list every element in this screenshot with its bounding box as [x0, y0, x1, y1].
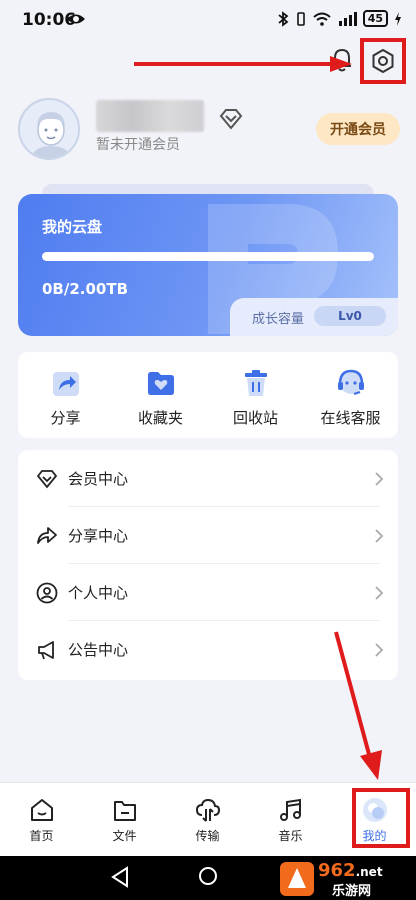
open-vip-button[interactable]: 开通会员	[316, 113, 400, 145]
nav-label: 首页	[29, 829, 54, 843]
chevron-right-icon	[375, 586, 384, 600]
wifi-icon	[313, 12, 331, 26]
quick-action-label: 收藏夹	[137, 409, 183, 427]
watermark-suffix: .net	[355, 865, 383, 879]
nav-tab-files[interactable]: 文件	[83, 783, 166, 857]
menu-item-label: 分享中心	[68, 527, 129, 545]
nav-label: 文件	[112, 829, 137, 843]
storage-progress-bar	[42, 252, 374, 261]
nav-highlight-box	[352, 788, 410, 848]
growth-capacity-label: 成长容量	[252, 312, 305, 327]
battery-indicator: 45	[362, 10, 388, 27]
folder-icon	[114, 801, 136, 821]
status-icons: 45	[277, 10, 402, 27]
vip-diamond-icon	[219, 109, 243, 130]
quick-actions-panel: 分享 收藏夹 回收站 在线客服	[18, 352, 398, 438]
nav-tab-transfer[interactable]: 传输	[166, 783, 249, 857]
settings-gear-icon[interactable]	[369, 47, 397, 75]
quick-action-favorites[interactable]: 收藏夹	[113, 352, 208, 438]
storage-capacity: 0B/2.00TB	[42, 280, 129, 298]
person-icon	[36, 582, 58, 604]
menu-item-vip-center[interactable]: 会员中心	[18, 450, 398, 507]
diamond-icon	[36, 470, 58, 489]
annotation-arrow-icon	[334, 631, 382, 780]
avatar-face-icon	[20, 100, 78, 158]
nav-label: 音乐	[278, 829, 303, 843]
watermark: 962 .net 乐游网	[280, 860, 410, 899]
signal-icon	[338, 11, 357, 26]
watermark-brand: 962	[318, 860, 356, 881]
menu-item-label: 公告中心	[68, 641, 129, 659]
bluetooth-icon	[278, 10, 289, 27]
transfer-icon	[195, 798, 221, 822]
status-bar: 10:06 45	[0, 0, 416, 38]
growth-capacity-tab[interactable]: 成长容量 Lv0	[230, 298, 398, 336]
charging-icon	[395, 11, 401, 26]
member-status: 暂未开通会员	[96, 137, 180, 153]
annotation-arrow-icon	[134, 56, 352, 72]
nav-label: 传输	[195, 829, 220, 843]
menu-item-share-center[interactable]: 分享中心	[18, 507, 398, 564]
nav-tab-home[interactable]: 首页	[0, 783, 83, 857]
cloud-storage-card[interactable]: 我的云盘 0B/2.00TB 成长容量 Lv0	[18, 194, 398, 336]
home-circle-icon[interactable]	[198, 866, 218, 886]
quick-action-customer-service[interactable]: 在线客服	[303, 352, 398, 438]
share-icon	[53, 372, 79, 396]
quick-action-label: 回收站	[232, 409, 278, 427]
menu-item-personal-center[interactable]: 个人中心	[18, 564, 398, 621]
vibrate-icon	[296, 11, 305, 26]
quick-action-share[interactable]: 分享	[18, 352, 113, 438]
nav-tab-music[interactable]: 音乐	[249, 783, 332, 857]
menu-item-label: 个人中心	[68, 584, 129, 602]
quick-action-recycle-bin[interactable]: 回收站	[208, 352, 303, 438]
system-nav-bar: 962 .net 乐游网	[0, 856, 416, 900]
megaphone-icon	[38, 641, 54, 660]
quick-action-label: 分享	[50, 409, 81, 427]
recycle-bin-icon	[245, 370, 267, 396]
chevron-right-icon	[375, 529, 384, 543]
watermark-tagline: 乐游网	[332, 884, 372, 899]
music-icon	[280, 798, 301, 821]
favorites-folder-icon	[148, 372, 174, 395]
chevron-right-icon	[375, 472, 384, 486]
watermark-brand-line: 962 .net	[318, 860, 383, 881]
home-icon	[31, 799, 53, 821]
menu-item-label: 会员中心	[68, 470, 129, 488]
username-blurred	[96, 100, 204, 132]
eye-icon	[67, 14, 85, 24]
level-badge: Lv0	[314, 306, 386, 326]
cloud-card-title: 我的云盘	[42, 218, 103, 236]
share-arrow-icon	[37, 527, 57, 544]
quick-action-label: 在线客服	[320, 409, 381, 427]
avatar[interactable]	[18, 98, 80, 160]
back-triangle-icon[interactable]	[110, 866, 130, 888]
customer-service-icon	[338, 369, 364, 395]
